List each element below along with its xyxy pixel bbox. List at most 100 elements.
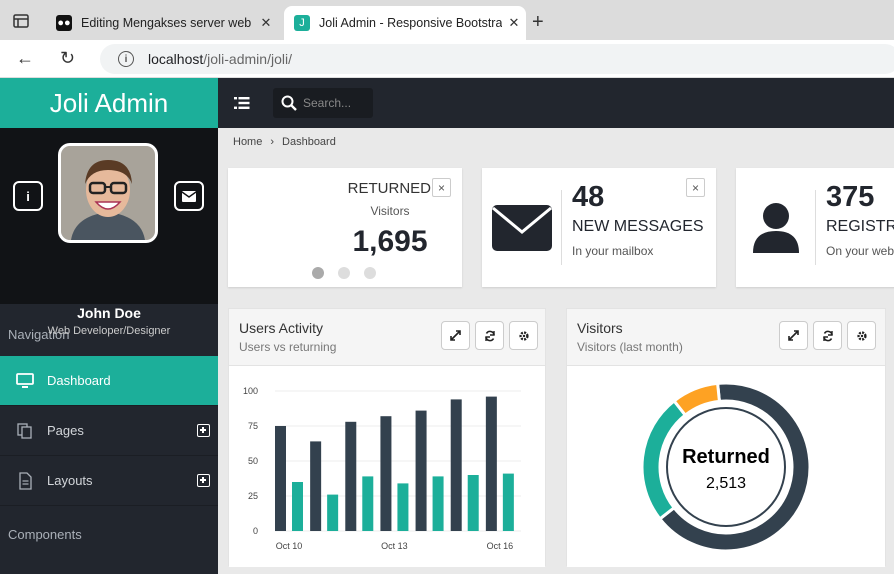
files-icon <box>17 422 32 439</box>
donut-center-value: 2,513 <box>706 475 746 492</box>
settings-button[interactable] <box>847 321 876 350</box>
bar <box>345 421 357 531</box>
components-heading: Components <box>0 506 218 558</box>
sidebar-item-layouts[interactable]: Layouts <box>0 456 218 506</box>
tab-title: Editing Mengakses server web lo <box>81 16 254 30</box>
gear-icon <box>856 330 867 341</box>
messages-widget: 48 NEW MESSAGES In your mailbox × <box>482 168 716 287</box>
search-input[interactable]: Search... <box>303 96 351 110</box>
info-icon: i <box>26 188 30 204</box>
expand-icon <box>788 330 799 341</box>
bar <box>432 476 444 531</box>
visitors-panel: Visitors Visitors (last month) Returned 2… <box>566 308 886 567</box>
close-tab-icon[interactable]: ✕ <box>502 15 526 31</box>
user-name: John Doe <box>77 305 141 321</box>
visitors-donut-chart: Returned 2,513 <box>640 381 812 553</box>
widget-subtitle: In your mailbox <box>572 244 654 258</box>
desktop-icon <box>16 372 34 388</box>
carousel-dot[interactable] <box>338 267 350 279</box>
breadcrumb-home[interactable]: Home <box>233 136 262 148</box>
info-button[interactable]: i <box>13 181 43 211</box>
x-tick-label: Oct 16 <box>487 541 514 551</box>
browser-tab[interactable]: ●● Editing Mengakses server web lo ✕ <box>46 6 278 40</box>
reload-icon[interactable]: ↻ <box>60 48 75 69</box>
search-icon <box>281 95 297 111</box>
y-tick-label: 75 <box>248 421 258 431</box>
joli-favicon-icon: J <box>294 15 310 31</box>
bar <box>310 441 322 531</box>
widget-close-button[interactable]: × <box>432 178 451 197</box>
users-activity-chart: 0 25 50 75 100 Oct 10 Oct 13 Oct 16 <box>243 386 521 551</box>
user-icon <box>752 202 799 253</box>
bar <box>415 410 427 531</box>
brand-logo[interactable]: Joli Admin <box>0 78 218 128</box>
new-tab-icon[interactable]: + <box>532 11 544 34</box>
refresh-button[interactable] <box>813 321 842 350</box>
bar <box>292 482 303 531</box>
bar <box>485 396 497 531</box>
profile-card: i John Doe Web Developer/Designer <box>0 128 218 337</box>
mail-button[interactable] <box>174 181 204 211</box>
browser-tab-active[interactable]: J Joli Admin - Responsive Bootstra ✕ <box>284 6 526 40</box>
panel-subtitle: Visitors (last month) <box>577 340 683 354</box>
sidebar-item-dashboard[interactable]: Dashboard <box>0 356 218 406</box>
breadcrumb: Home › Dashboard <box>233 136 344 148</box>
breadcrumb-separator-icon: › <box>270 136 275 148</box>
y-tick-label: 50 <box>248 456 258 466</box>
registered-widget: 375 REGISTRE On your web <box>736 168 894 287</box>
widget-title: REGISTRE <box>826 218 894 235</box>
panel-body: Returned 2,513 <box>567 365 885 567</box>
widget-title: RETURNED <box>347 180 431 197</box>
expand-icon[interactable] <box>197 424 210 437</box>
tab-actions-icon[interactable] <box>12 12 30 30</box>
y-tick-label: 25 <box>248 491 258 501</box>
panel-subtitle: Users vs returning <box>239 340 337 354</box>
expand-icon[interactable] <box>197 474 210 487</box>
bar <box>275 426 286 531</box>
url-field[interactable]: i localhost/joli-admin/joli/ <box>100 44 894 74</box>
settings-button[interactable] <box>509 321 538 350</box>
users-activity-panel: Users Activity Users vs returning 0 25 50 7… <box>228 308 546 567</box>
x-tick-label: Oct 10 <box>276 541 303 551</box>
user-role: Web Developer/Designer <box>47 325 171 337</box>
refresh-button[interactable] <box>475 321 504 350</box>
expand-button[interactable] <box>779 321 808 350</box>
refresh-icon <box>822 330 833 341</box>
avatar[interactable] <box>58 143 158 243</box>
carousel-dot[interactable] <box>312 267 324 279</box>
envelope-icon <box>182 190 196 202</box>
breadcrumb-current: Dashboard <box>282 136 336 148</box>
panel-controls <box>774 321 876 350</box>
widget-subtitle: On your web <box>826 244 894 258</box>
search-box[interactable]: Search... <box>273 88 373 118</box>
bar <box>397 483 409 531</box>
back-icon[interactable]: ← <box>16 48 34 69</box>
refresh-icon <box>484 330 495 341</box>
medium-favicon-icon: ●● <box>56 15 72 31</box>
expand-icon <box>450 330 461 341</box>
envelope-icon <box>491 204 552 251</box>
menu-toggle-icon[interactable] <box>234 96 250 110</box>
bar <box>327 494 339 531</box>
carousel-dot[interactable] <box>364 267 376 279</box>
url-host: localhost <box>148 51 204 67</box>
info-icon[interactable]: i <box>118 51 134 67</box>
donut-center-label: Returned <box>682 446 770 468</box>
bar <box>450 399 462 531</box>
expand-button[interactable] <box>441 321 470 350</box>
widget-close-button[interactable]: × <box>686 178 705 197</box>
x-tick-label: Oct 13 <box>381 541 408 551</box>
panel-title: Users Activity <box>239 320 324 336</box>
returned-visitors-widget: RETURNED × Visitors 1,695 <box>228 168 462 287</box>
widget-value: 48 <box>572 181 605 213</box>
panel-body: 0 25 50 75 100 Oct 10 Oct 13 Oct 16 <box>229 365 545 567</box>
close-tab-icon[interactable]: ✕ <box>254 15 278 31</box>
sidebar-item-label: Layouts <box>47 473 93 488</box>
address-bar: ← ↻ i localhost/joli-admin/joli/ <box>0 40 894 78</box>
sidebar: Joli Admin i John Doe Web Developer/Desi… <box>0 78 218 574</box>
y-tick-label: 100 <box>243 386 258 396</box>
y-tick-label: 0 <box>253 526 258 536</box>
sidebar-item-pages[interactable]: Pages <box>0 406 218 456</box>
gear-icon <box>518 330 529 341</box>
carousel-dots <box>312 267 390 279</box>
